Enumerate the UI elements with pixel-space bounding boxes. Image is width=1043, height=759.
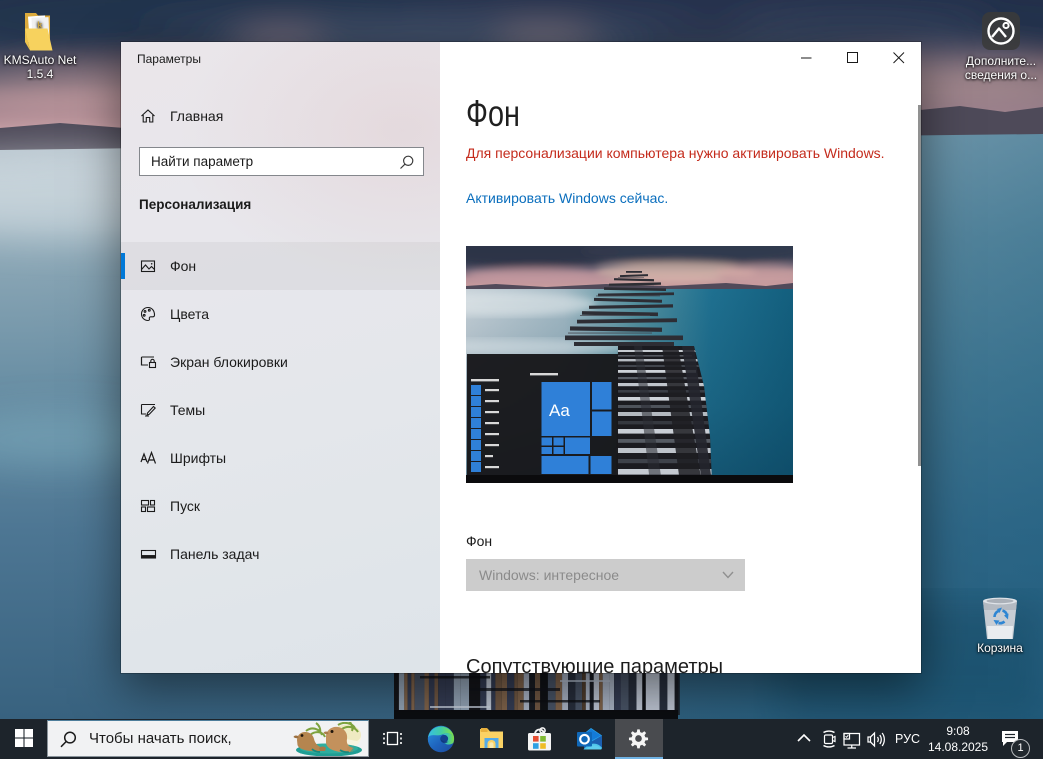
- svg-text:Aa: Aa: [549, 401, 570, 420]
